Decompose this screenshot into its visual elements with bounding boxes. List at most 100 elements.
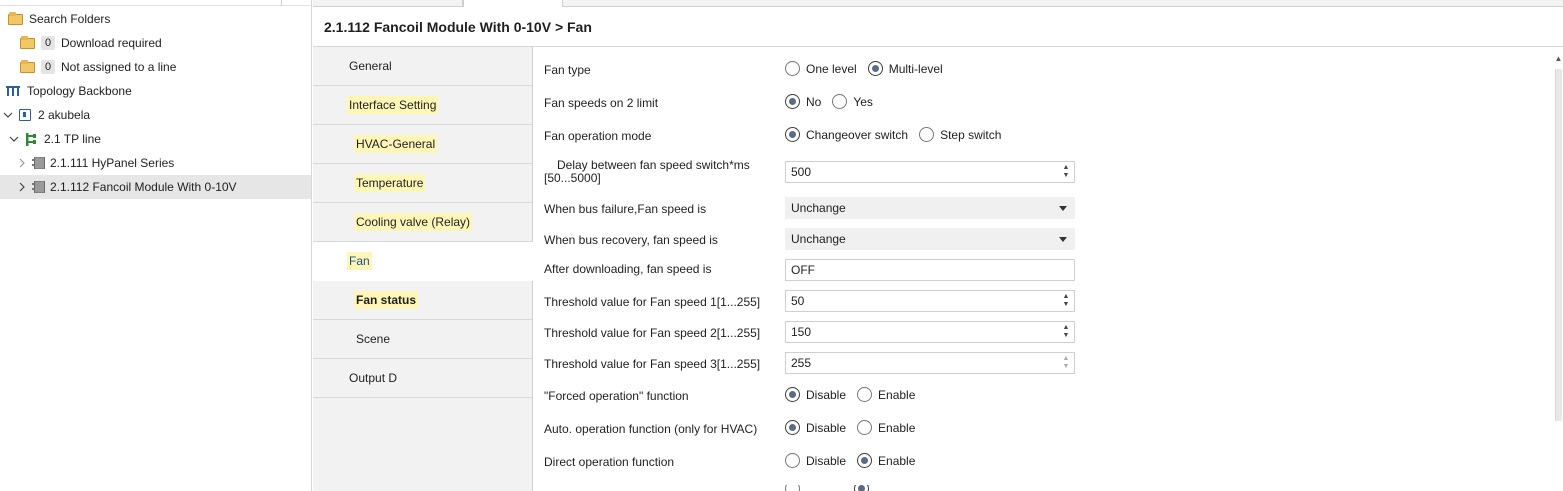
radio-label: Enable <box>878 420 916 435</box>
chevron-right-icon[interactable] <box>15 156 29 170</box>
parameter-panel: Fan type One level Multi-level Fan speed… <box>534 47 1554 491</box>
radio-label: Enable <box>878 387 916 402</box>
nav-item-label: Interface Setting <box>347 96 439 114</box>
spinbox-arrows[interactable]: ▲ ▼ <box>1062 164 1070 180</box>
param-bus-recovery: When bus recovery, fan speed is Unchange <box>534 228 1554 250</box>
arrow-down-icon[interactable]: ▼ <box>1063 172 1070 180</box>
bus-recovery-dropdown[interactable]: Unchange <box>785 228 1075 250</box>
arrow-up-icon[interactable]: ▲ <box>1063 324 1070 332</box>
tree-item-label: Not assigned to a line <box>61 60 177 74</box>
nav-item-temperature[interactable]: Temperature <box>313 164 533 203</box>
radio-disable[interactable] <box>785 485 800 491</box>
radio-disable[interactable] <box>785 387 800 402</box>
param-bus-failure: When bus failure,Fan speed is Unchange <box>534 197 1554 219</box>
scroll-up-icon[interactable]: ▲ <box>1554 55 1563 63</box>
channel-nav: General Interface Setting HVAC-General T… <box>313 47 533 491</box>
spinbox-arrows[interactable]: ▲ ▼ <box>1062 324 1070 340</box>
delay-spinbox[interactable]: 500 ▲ ▼ <box>785 161 1075 183</box>
radio-group <box>785 485 875 491</box>
tree-item-search-folders[interactable]: Search Folders <box>0 7 311 31</box>
tree-item-device-hypanel[interactable]: 2.1.111 HyPanel Series <box>0 151 311 175</box>
spinbox-arrows[interactable]: ▲ ▼ <box>1062 293 1070 309</box>
nav-item-label: Fan status <box>354 291 419 309</box>
bus-failure-dropdown[interactable]: Unchange <box>785 197 1075 219</box>
arrow-up-icon[interactable]: ▲ <box>1063 293 1070 301</box>
param-label: Threshold value for Fan speed 3[1...255] <box>544 357 761 371</box>
topology-icon <box>6 85 20 97</box>
param-forced-operation: "Forced operation" function Disable Enab… <box>534 387 1554 405</box>
radio-disable[interactable] <box>785 420 800 435</box>
radio-label: Enable <box>878 453 916 468</box>
tab-parameters[interactable] <box>313 0 463 7</box>
radio-changeover-switch[interactable] <box>785 127 800 142</box>
chevron-right-icon[interactable] <box>15 180 29 194</box>
arrow-down-icon[interactable]: ▼ <box>1063 332 1070 340</box>
chevron-down-icon[interactable] <box>1 108 15 122</box>
param-fan-operation-mode: Fan operation mode Changeover switch Ste… <box>534 127 1554 145</box>
arrow-up-icon[interactable]: ▲ <box>1063 164 1070 172</box>
radio-enable[interactable] <box>854 485 869 491</box>
folder-open-icon <box>8 11 23 25</box>
param-row-clipped <box>534 485 1554 491</box>
radio-multi-level[interactable] <box>867 61 883 76</box>
nav-item-hvac-general[interactable]: HVAC-General <box>313 125 533 164</box>
param-auto-operation: Auto. operation function (only for HVAC)… <box>534 420 1554 438</box>
area-icon <box>19 109 31 121</box>
arrow-up-icon[interactable]: ▲ <box>1063 355 1070 363</box>
tree-item-download-required[interactable]: 0 Download required <box>0 31 311 55</box>
arrow-down-icon[interactable]: ▼ <box>1063 363 1070 371</box>
tree-item-topology-backbone[interactable]: Topology Backbone <box>0 79 311 103</box>
param-label-line: [50...5000] <box>544 171 601 185</box>
radio-one-level[interactable] <box>785 61 800 76</box>
threshold-1-spinbox[interactable]: 50 ▲ ▼ <box>785 290 1075 312</box>
scrollbar-thumb[interactable] <box>1555 69 1562 421</box>
radio-no[interactable] <box>785 94 800 109</box>
param-label: Threshold value for Fan speed 2[1...255] <box>544 326 761 340</box>
nav-item-scene[interactable]: Scene <box>313 320 533 359</box>
param-label: Fan speeds on 2 limit <box>544 96 659 110</box>
top-tab-strip <box>313 0 1563 7</box>
tree-toolbar-segment <box>0 0 282 6</box>
radio-label: Disable <box>806 453 847 468</box>
nav-item-fan-status[interactable]: Fan status <box>313 281 533 320</box>
param-label: Direct operation function <box>544 455 675 469</box>
radio-step-switch[interactable] <box>919 127 935 142</box>
nav-item-label: Output D <box>349 371 398 385</box>
nav-item-cooling-valve[interactable]: Cooling valve (Relay) <box>313 203 533 242</box>
tree-item-label: 2.1 TP line <box>44 132 101 146</box>
tree-item-device-fancoil[interactable]: 2.1.112 Fancoil Module With 0-10V <box>0 175 311 199</box>
radio-enable[interactable] <box>857 453 873 468</box>
chevron-down-icon[interactable] <box>1059 206 1067 211</box>
arrow-down-icon[interactable]: ▼ <box>1063 301 1070 309</box>
nav-item-label: Fan <box>347 252 372 270</box>
radio-label: Changeover switch <box>806 127 909 142</box>
nav-item-general[interactable]: General <box>313 47 533 86</box>
threshold-2-spinbox[interactable]: 150 ▲ ▼ <box>785 321 1075 343</box>
tree-item-area-akubela[interactable]: 2 akubela <box>0 103 311 127</box>
vertical-scrollbar[interactable]: ▲ <box>1554 47 1563 491</box>
radio-enable[interactable] <box>857 387 873 402</box>
tab-active[interactable] <box>463 0 563 7</box>
radio-enable[interactable] <box>857 420 873 435</box>
threshold-3-spinbox[interactable]: 255 ▲ ▼ <box>785 352 1075 374</box>
device-icon <box>32 156 45 170</box>
param-label: Delay between fan speed switch*ms [50...… <box>544 159 750 185</box>
nav-item-interface-setting[interactable]: Interface Setting <box>313 86 533 125</box>
tree-item-not-assigned[interactable]: 0 Not assigned to a line <box>0 55 311 79</box>
tree-item-tp-line[interactable]: 2.1 TP line <box>0 127 311 151</box>
chevron-down-icon[interactable] <box>7 132 21 146</box>
spinbox-arrows[interactable]: ▲ ▼ <box>1062 355 1070 371</box>
radio-yes[interactable] <box>832 94 848 109</box>
dropdown-value: Unchange <box>791 201 846 215</box>
radio-disable[interactable] <box>785 453 800 468</box>
param-direct-operation: Direct operation function Disable Enable <box>534 453 1554 471</box>
radio-group: Disable Enable <box>785 453 926 468</box>
nav-item-label: HVAC-General <box>354 135 438 153</box>
chevron-down-icon[interactable] <box>1059 237 1067 242</box>
after-download-field[interactable]: OFF <box>785 259 1075 281</box>
param-label: After downloading, fan speed is <box>544 262 712 276</box>
nav-item-fan[interactable]: Fan <box>313 242 533 281</box>
radio-group: One level Multi-level <box>785 61 954 76</box>
nav-item-output-d[interactable]: Output D <box>313 359 533 398</box>
param-threshold-1: Threshold value for Fan speed 1[1...255]… <box>534 290 1554 312</box>
